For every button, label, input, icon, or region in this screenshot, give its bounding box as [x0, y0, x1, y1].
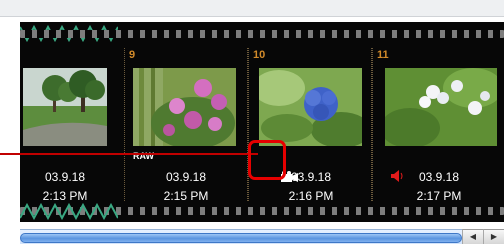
- film-frame[interactable]: 11 03.9.18 2:17 PM: [372, 48, 504, 203]
- film-frame[interactable]: 03.9.18 2:13 PM: [20, 48, 125, 203]
- film-strip: 03.9.18 2:13 PM 9 RAW 03.9.18 2:15 PM 10…: [20, 22, 504, 222]
- scroll-left-arrow-icon[interactable]: ◀: [462, 229, 483, 244]
- scroll-right-arrow-icon[interactable]: ▶: [483, 229, 504, 244]
- frame-time: 2:15 PM: [163, 189, 209, 203]
- photo-thumbnail-park[interactable]: [23, 68, 107, 146]
- callout-highlight-box: [248, 140, 286, 180]
- film-strip-viewer: 03.9.18 2:13 PM 9 RAW 03.9.18 2:15 PM 10…: [0, 0, 504, 244]
- frame-date: 03.9.18: [418, 170, 460, 184]
- frame-date: 03.9.18: [44, 170, 86, 184]
- frame-time: 2:16 PM: [288, 189, 334, 203]
- photo-thumbnail-white-flowers[interactable]: [385, 68, 497, 146]
- frame-date: 03.9.18: [165, 170, 207, 184]
- film-edge-wave-bottom: [20, 202, 118, 220]
- frame-number: 9: [129, 49, 136, 61]
- photo-thumbnail-pink-flowers[interactable]: [133, 68, 236, 146]
- frame-time: 2:17 PM: [416, 189, 462, 203]
- sprocket-row-top: [20, 30, 504, 38]
- frame-time: 2:13 PM: [42, 189, 88, 203]
- film-frame[interactable]: 9 RAW 03.9.18 2:15 PM: [124, 48, 248, 203]
- top-strip: [0, 0, 504, 17]
- frame-number: 11: [377, 49, 389, 61]
- callout-pointer-line: [0, 153, 258, 155]
- frame-number: 10: [253, 49, 266, 61]
- photo-thumbnail-blue-hydrangea[interactable]: [259, 68, 362, 146]
- horizontal-scrollbar[interactable]: [20, 229, 462, 244]
- scrollbar-thumb[interactable]: [20, 233, 462, 243]
